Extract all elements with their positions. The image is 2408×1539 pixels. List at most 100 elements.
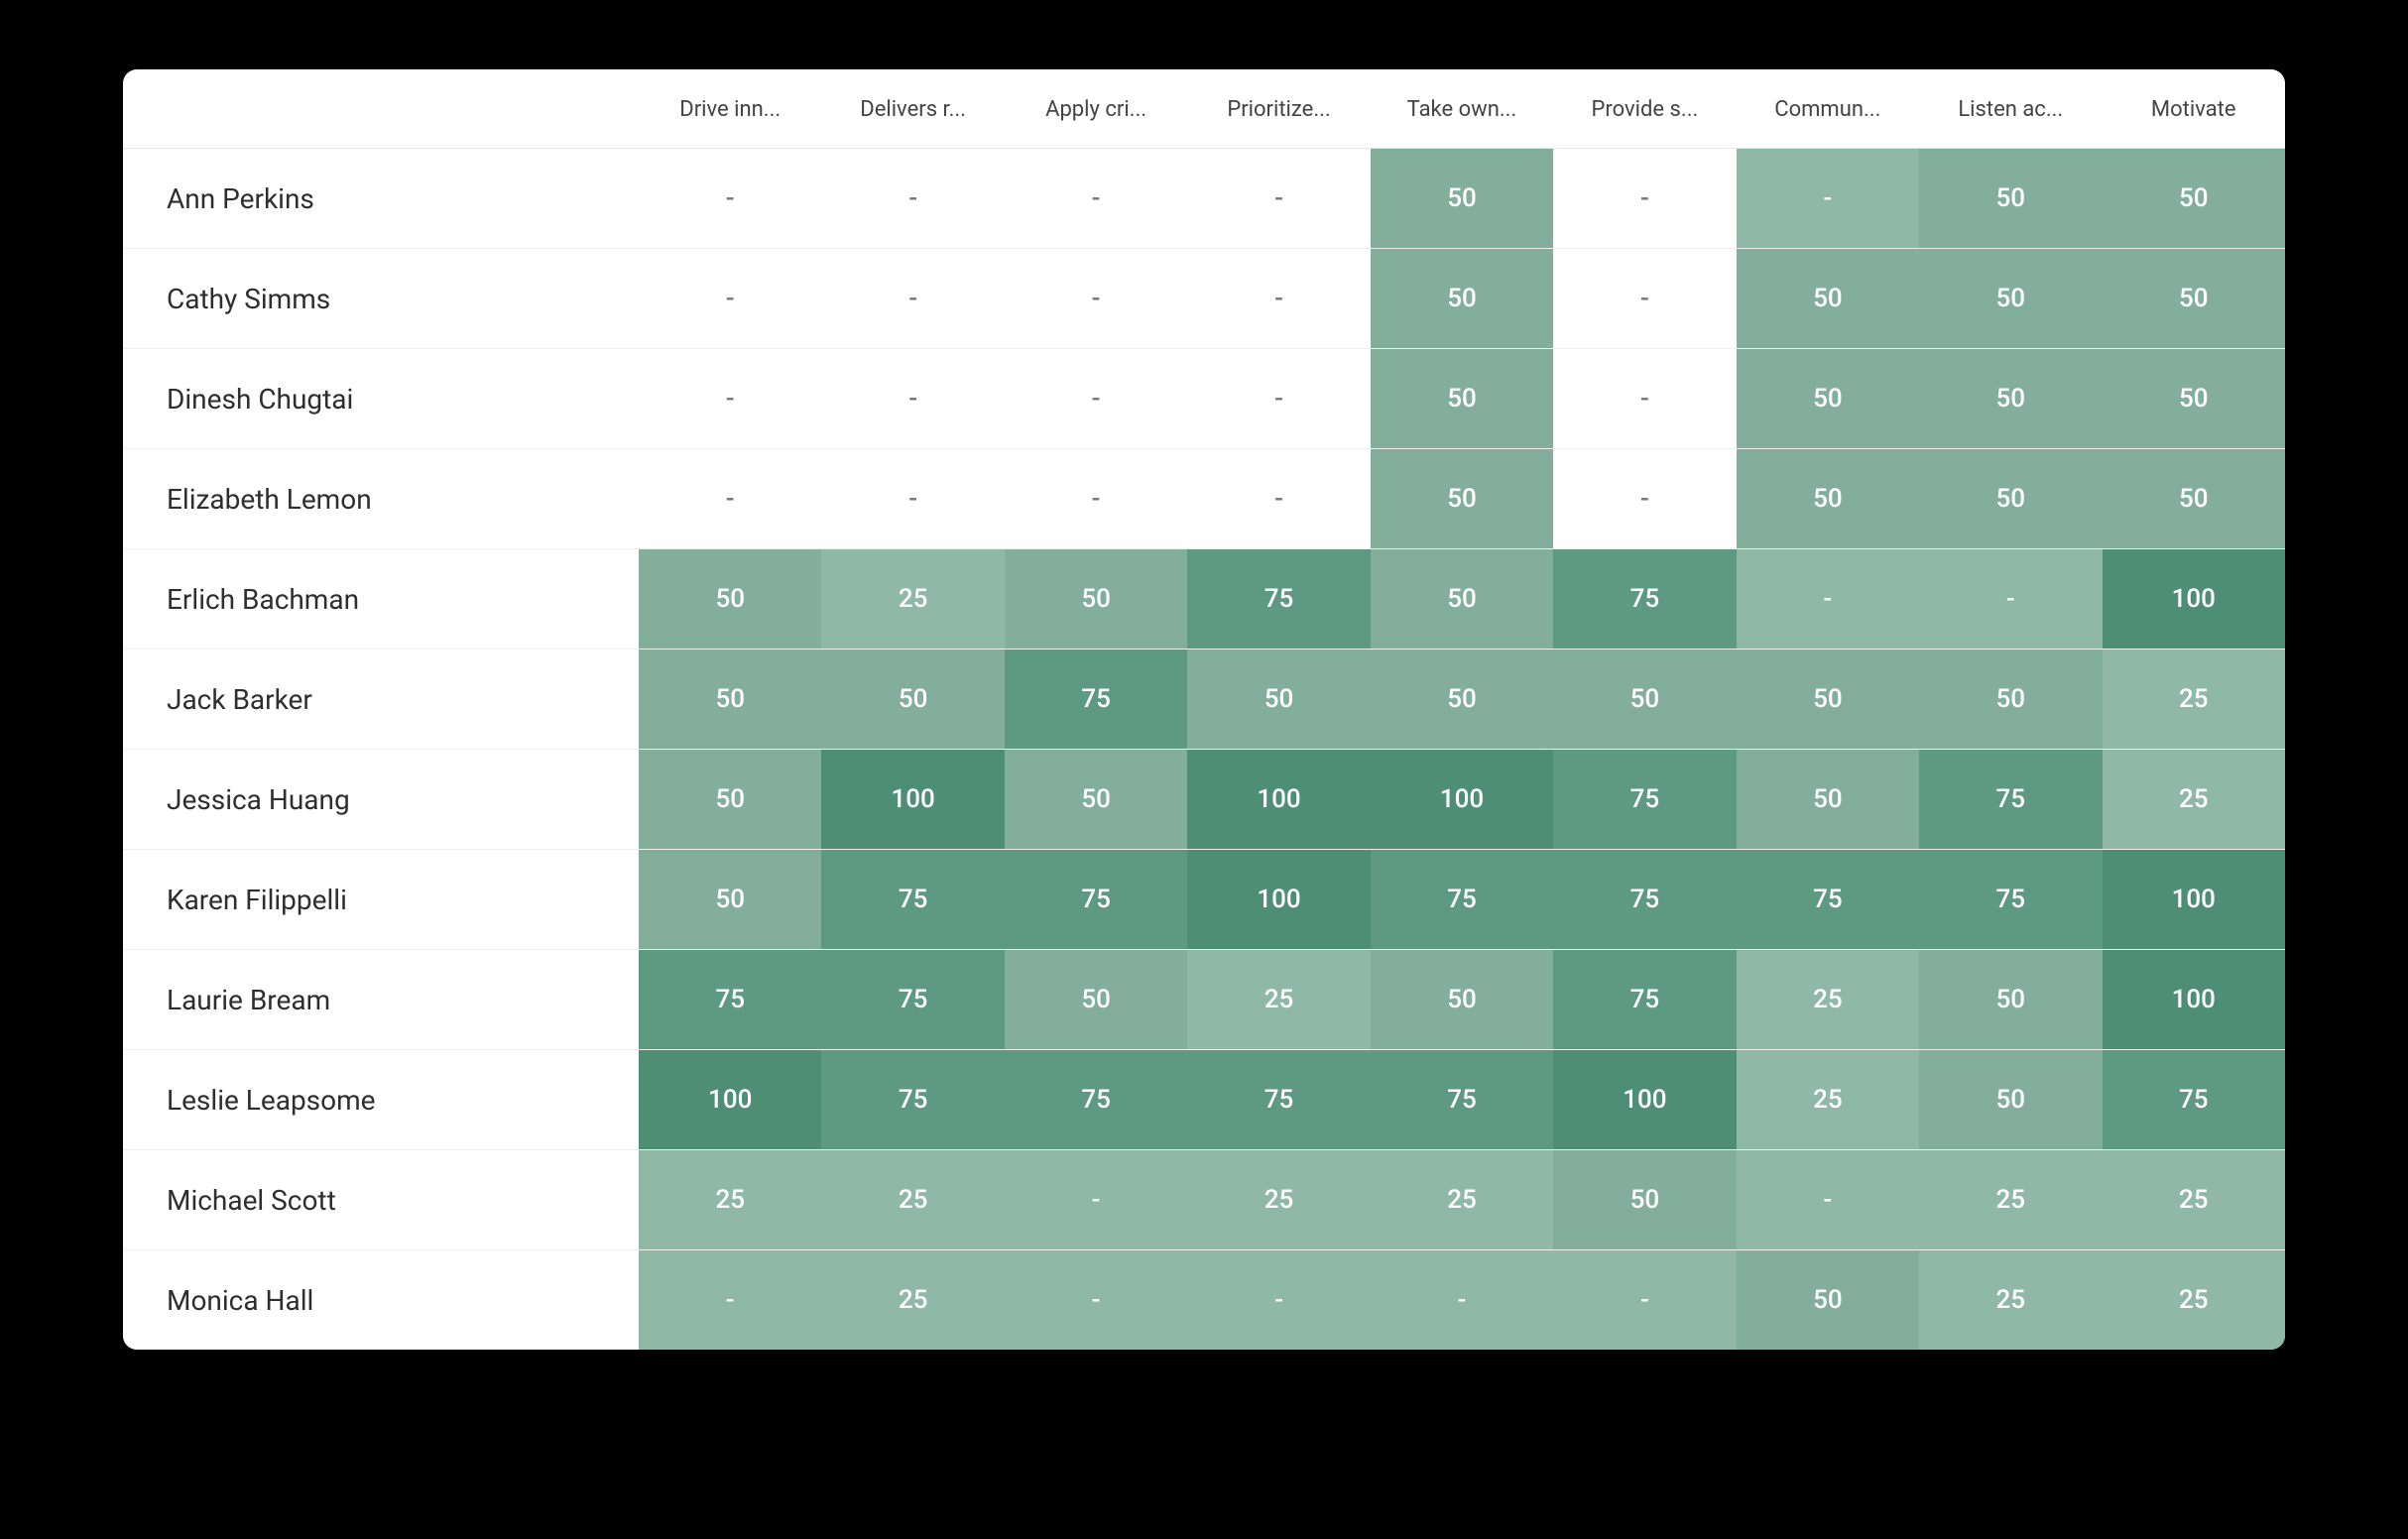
heatmap-cell[interactable]: 50 xyxy=(1919,149,2102,249)
heatmap-cell[interactable]: 50 xyxy=(2103,449,2286,549)
heatmap-cell[interactable]: 50 xyxy=(1371,549,1553,650)
heatmap-cell[interactable]: - xyxy=(1005,249,1187,349)
heatmap-cell[interactable]: 75 xyxy=(821,1050,1004,1150)
heatmap-cell[interactable]: - xyxy=(1553,349,1736,449)
heatmap-cell[interactable]: - xyxy=(1187,349,1370,449)
heatmap-cell[interactable]: - xyxy=(1737,149,1919,249)
heatmap-cell[interactable]: 100 xyxy=(2103,850,2286,950)
heatmap-cell[interactable]: - xyxy=(1187,149,1370,249)
heatmap-cell[interactable]: 75 xyxy=(1919,850,2102,950)
heatmap-cell[interactable]: - xyxy=(1737,549,1919,650)
heatmap-cell[interactable]: 50 xyxy=(1371,149,1553,249)
heatmap-cell[interactable]: 75 xyxy=(1553,950,1736,1050)
heatmap-cell[interactable]: 50 xyxy=(2103,249,2286,349)
heatmap-cell[interactable]: - xyxy=(821,349,1004,449)
row-name[interactable]: Jack Barker xyxy=(123,650,639,750)
heatmap-cell[interactable]: 100 xyxy=(1187,750,1370,850)
header-col-3[interactable]: Prioritize... xyxy=(1187,69,1370,149)
header-col-1[interactable]: Delivers r... xyxy=(821,69,1004,149)
heatmap-cell[interactable]: 50 xyxy=(1005,750,1187,850)
header-col-0[interactable]: Drive inn... xyxy=(639,69,821,149)
heatmap-cell[interactable]: 50 xyxy=(1737,650,1919,750)
heatmap-cell[interactable]: 50 xyxy=(1187,650,1370,750)
heatmap-cell[interactable]: 50 xyxy=(1371,950,1553,1050)
heatmap-cell[interactable]: - xyxy=(1553,149,1736,249)
heatmap-cell[interactable]: 100 xyxy=(1187,850,1370,950)
heatmap-cell[interactable]: 75 xyxy=(1553,750,1736,850)
heatmap-cell[interactable]: 75 xyxy=(2103,1050,2286,1150)
heatmap-cell[interactable]: 50 xyxy=(1737,1250,1919,1351)
heatmap-cell[interactable]: 25 xyxy=(1187,1150,1370,1250)
header-col-8[interactable]: Motivate xyxy=(2103,69,2286,149)
heatmap-cell[interactable]: 100 xyxy=(1371,750,1553,850)
header-col-7[interactable]: Listen ac... xyxy=(1919,69,2102,149)
heatmap-cell[interactable]: - xyxy=(1553,449,1736,549)
heatmap-cell[interactable]: - xyxy=(1005,349,1187,449)
heatmap-cell[interactable]: 50 xyxy=(639,650,821,750)
row-name[interactable]: Monica Hall xyxy=(123,1250,639,1351)
row-name[interactable]: Elizabeth Lemon xyxy=(123,449,639,549)
heatmap-cell[interactable]: - xyxy=(1005,149,1187,249)
heatmap-cell[interactable]: 50 xyxy=(639,850,821,950)
header-col-6[interactable]: Commun... xyxy=(1737,69,1919,149)
row-name[interactable]: Leslie Leapsome xyxy=(123,1050,639,1150)
heatmap-cell[interactable]: - xyxy=(1187,449,1370,549)
heatmap-cell[interactable]: - xyxy=(821,149,1004,249)
heatmap-cell[interactable]: - xyxy=(639,249,821,349)
row-name[interactable]: Laurie Bream xyxy=(123,950,639,1050)
heatmap-cell[interactable]: - xyxy=(821,449,1004,549)
heatmap-cell[interactable]: 50 xyxy=(1371,349,1553,449)
heatmap-cell[interactable]: 50 xyxy=(1005,950,1187,1050)
heatmap-cell[interactable]: - xyxy=(1553,1250,1736,1351)
heatmap-cell[interactable]: 25 xyxy=(821,1250,1004,1351)
heatmap-cell[interactable]: 75 xyxy=(1553,549,1736,650)
heatmap-cell[interactable]: 75 xyxy=(1737,850,1919,950)
heatmap-cell[interactable]: 25 xyxy=(639,1150,821,1250)
heatmap-cell[interactable]: 50 xyxy=(1919,950,2102,1050)
heatmap-cell[interactable]: 75 xyxy=(1187,1050,1370,1150)
heatmap-cell[interactable]: 100 xyxy=(2103,950,2286,1050)
heatmap-cell[interactable]: - xyxy=(1187,249,1370,349)
heatmap-cell[interactable]: 75 xyxy=(1005,650,1187,750)
heatmap-cell[interactable]: 75 xyxy=(1919,750,2102,850)
heatmap-cell[interactable]: 25 xyxy=(2103,650,2286,750)
heatmap-cell[interactable]: - xyxy=(1005,1250,1187,1351)
heatmap-cell[interactable]: - xyxy=(1005,449,1187,549)
row-name[interactable]: Michael Scott xyxy=(123,1150,639,1250)
heatmap-cell[interactable]: 50 xyxy=(1919,449,2102,549)
heatmap-cell[interactable]: - xyxy=(1553,249,1736,349)
heatmap-cell[interactable]: 50 xyxy=(1371,650,1553,750)
heatmap-cell[interactable]: 25 xyxy=(1371,1150,1553,1250)
heatmap-cell[interactable]: 75 xyxy=(821,850,1004,950)
heatmap-cell[interactable]: 75 xyxy=(639,950,821,1050)
row-name[interactable]: Cathy Simms xyxy=(123,249,639,349)
heatmap-cell[interactable]: 25 xyxy=(2103,1250,2286,1351)
heatmap-cell[interactable]: 50 xyxy=(1005,549,1187,650)
heatmap-cell[interactable]: 25 xyxy=(2103,1150,2286,1250)
heatmap-cell[interactable]: 50 xyxy=(1737,750,1919,850)
heatmap-cell[interactable]: 75 xyxy=(1005,1050,1187,1150)
row-name[interactable]: Erlich Bachman xyxy=(123,549,639,650)
row-name[interactable]: Karen Filippelli xyxy=(123,850,639,950)
heatmap-cell[interactable]: 50 xyxy=(1371,249,1553,349)
heatmap-cell[interactable]: 50 xyxy=(1737,449,1919,549)
heatmap-cell[interactable]: 25 xyxy=(821,1150,1004,1250)
heatmap-cell[interactable]: 75 xyxy=(1371,850,1553,950)
heatmap-cell[interactable]: 100 xyxy=(1553,1050,1736,1150)
row-name[interactable]: Dinesh Chugtai xyxy=(123,349,639,449)
heatmap-cell[interactable]: 50 xyxy=(1737,249,1919,349)
heatmap-cell[interactable]: - xyxy=(821,249,1004,349)
heatmap-cell[interactable]: - xyxy=(639,1250,821,1351)
heatmap-cell[interactable]: 75 xyxy=(1187,549,1370,650)
heatmap-cell[interactable]: 50 xyxy=(821,650,1004,750)
heatmap-cell[interactable]: 25 xyxy=(1737,1050,1919,1150)
heatmap-cell[interactable]: - xyxy=(639,149,821,249)
heatmap-cell[interactable]: 25 xyxy=(1919,1150,2102,1250)
heatmap-cell[interactable]: 50 xyxy=(639,549,821,650)
heatmap-cell[interactable]: 100 xyxy=(2103,549,2286,650)
heatmap-cell[interactable]: 50 xyxy=(1553,1150,1736,1250)
header-col-5[interactable]: Provide s... xyxy=(1553,69,1736,149)
row-name[interactable]: Ann Perkins xyxy=(123,149,639,249)
header-col-2[interactable]: Apply cri... xyxy=(1005,69,1187,149)
heatmap-cell[interactable]: 50 xyxy=(1919,650,2102,750)
